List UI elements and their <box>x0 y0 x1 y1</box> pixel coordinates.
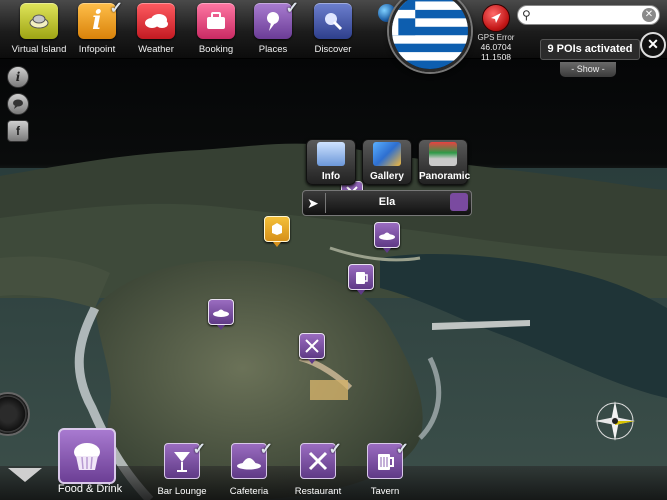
pin-icon: ✓ <box>254 0 299 39</box>
gps-arrow-icon <box>482 4 510 32</box>
places-button[interactable]: ✓ Places <box>243 0 303 55</box>
weather-label: Weather <box>138 44 174 55</box>
panoramic-tab[interactable]: Panoramic <box>418 139 471 185</box>
bar-lounge-category[interactable]: ✓ Bar Lounge <box>147 441 217 497</box>
cloud-icon <box>137 3 175 39</box>
checkmark-icon: ✓ <box>192 441 206 458</box>
tavern-label: Tavern <box>370 486 400 497</box>
gps-status[interactable]: GPS Error 46.0704 11.1508 <box>476 4 516 62</box>
info-tool-icon[interactable]: i <box>7 66 29 88</box>
poi-name-bar: ➤ Ela <box>302 190 472 216</box>
search-box: ⚲ ✕ <box>517 5 660 25</box>
collapse-arrow-icon[interactable] <box>8 468 42 482</box>
compass-icon[interactable] <box>592 398 638 444</box>
facebook-icon[interactable]: f <box>7 120 29 142</box>
gallery-tab[interactable]: Gallery <box>362 139 412 185</box>
bar-lounge-label: Bar Lounge <box>157 486 207 497</box>
info-icon: i ✓ <box>78 0 123 39</box>
gallery-tab-label: Gallery <box>370 171 404 182</box>
search-input[interactable] <box>536 7 640 25</box>
document-icon <box>317 142 345 166</box>
food-drink-category-button[interactable] <box>58 428 116 484</box>
discover-button[interactable]: Discover <box>303 3 363 55</box>
booking-button[interactable]: Booking <box>186 3 246 55</box>
virtual-island-icon <box>20 3 58 39</box>
checkmark-icon: ✓ <box>109 0 123 17</box>
tavern-category[interactable]: ✓ Tavern <box>350 441 420 497</box>
booking-label: Booking <box>198 44 234 55</box>
map-poi-tavern-marker[interactable] <box>348 264 374 295</box>
virtual-island-label: Virtual Island <box>11 44 67 55</box>
discover-label: Discover <box>314 44 352 55</box>
infopoint-button[interactable]: i ✓ Infopoint <box>67 0 127 55</box>
cupcake-icon <box>74 443 100 470</box>
checkmark-icon: ✓ <box>395 441 409 458</box>
gps-latitude: 46.0704 <box>480 42 512 52</box>
cafeteria-category[interactable]: ✓ Cafeteria <box>214 441 284 497</box>
map-poi-cafe-marker[interactable] <box>208 299 234 330</box>
suitcase-icon <box>197 3 235 39</box>
pois-activated-badge: 9 POIs activated <box>540 39 640 60</box>
map-poi-restaurant-marker[interactable] <box>299 333 325 364</box>
cafeteria-category-icon <box>450 193 468 211</box>
info-tab[interactable]: Info <box>306 139 356 185</box>
navigate-arrow-icon[interactable]: ➤ <box>307 195 319 212</box>
places-label: Places <box>258 44 288 55</box>
infopoint-label: Infopoint <box>78 44 116 55</box>
top-toolbar: Virtual Island i ✓ Infopoint Weather Boo… <box>0 0 667 72</box>
photos-icon <box>373 142 401 166</box>
cocktail-icon: ✓ <box>164 441 206 479</box>
flag-icon <box>392 0 468 69</box>
food-drink-label: Food & Drink <box>57 483 123 495</box>
poi-name: Ela <box>378 196 396 208</box>
restaurant-category[interactable]: ✓ Restaurant <box>283 441 353 497</box>
show-pois-tab[interactable]: - Show - <box>560 62 616 77</box>
discover-icon <box>314 3 352 39</box>
gps-status-label: GPS Error <box>477 33 515 42</box>
close-pois-button[interactable]: ✕ <box>640 32 666 58</box>
clear-search-icon[interactable]: ✕ <box>642 8 656 22</box>
divider <box>325 193 326 213</box>
beer-icon: ✓ <box>367 441 409 479</box>
checkmark-icon: ✓ <box>328 441 342 458</box>
cafeteria-label: Cafeteria <box>229 486 269 497</box>
gps-longitude: 11.1508 <box>480 52 512 62</box>
restaurant-label: Restaurant <box>294 486 342 497</box>
map-poi-info-marker[interactable] <box>264 216 290 247</box>
checkmark-icon: ✓ <box>285 0 299 17</box>
virtual-island-button[interactable]: Virtual Island <box>9 3 69 55</box>
info-tab-label: Info <box>321 171 341 182</box>
coffee-icon: ✓ <box>231 441 273 479</box>
comment-icon[interactable] <box>7 93 29 115</box>
weather-button[interactable]: Weather <box>126 3 186 55</box>
search-icon: ⚲ <box>522 8 531 22</box>
cutlery-icon: ✓ <box>300 441 342 479</box>
checkmark-icon: ✓ <box>259 441 273 458</box>
panorama-icon <box>429 142 457 166</box>
panoramic-tab-label: Panoramic <box>419 171 471 182</box>
map-poi-cafe-marker[interactable] <box>374 222 400 253</box>
